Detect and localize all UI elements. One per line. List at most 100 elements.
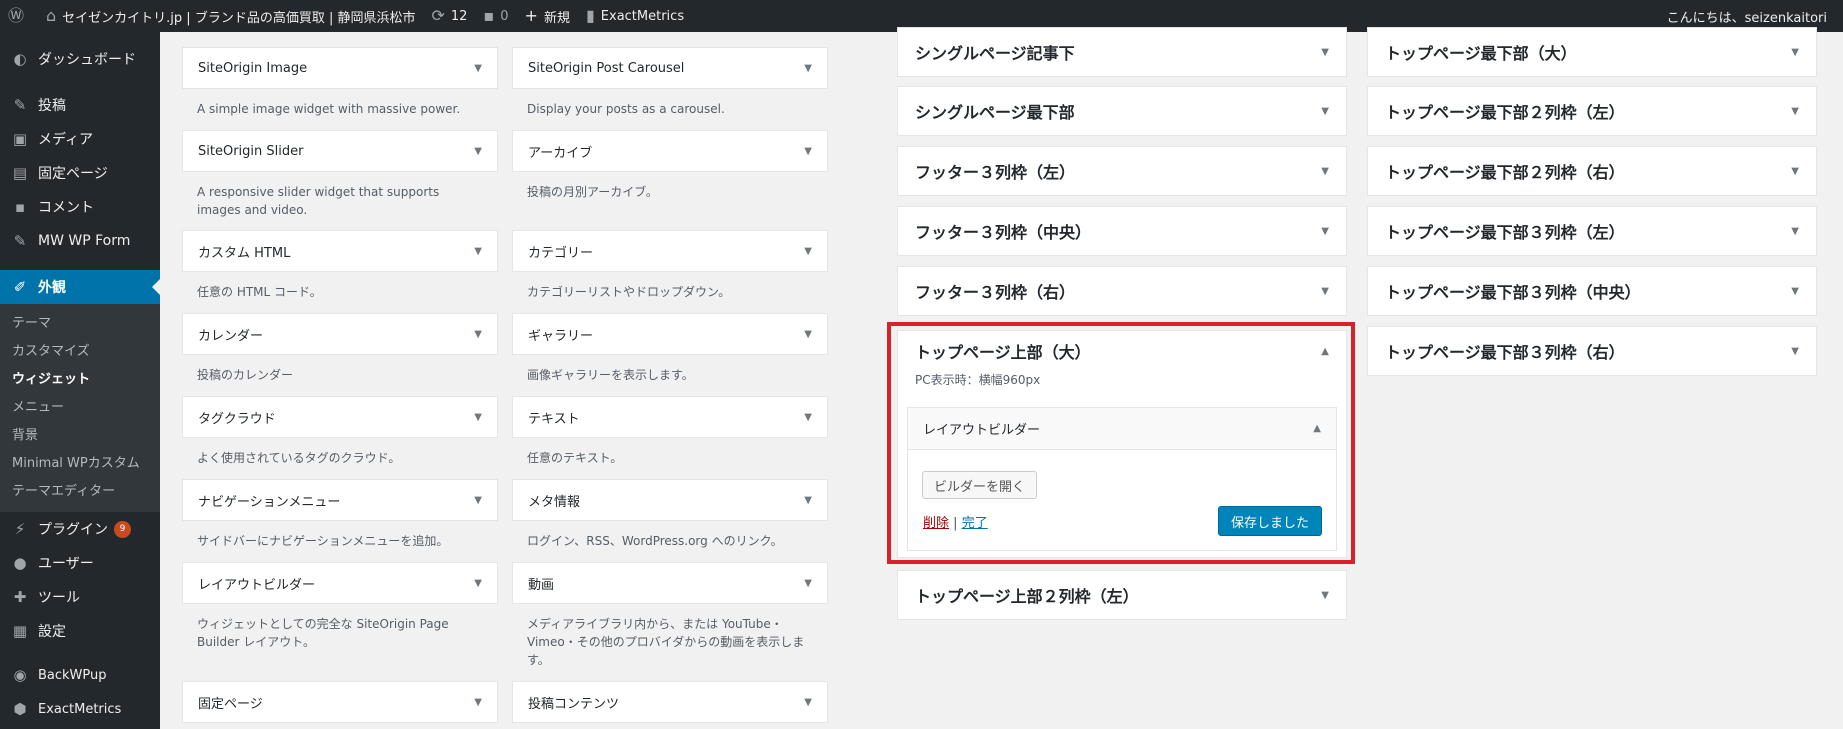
triangle-down-icon[interactable]: ▼ <box>804 63 812 74</box>
sidebar-item-dashboard[interactable]: ◐ ダッシュボード <box>0 42 160 76</box>
widget-tile[interactable]: アーカイブ ▼ <box>512 130 828 172</box>
triangle-down-icon[interactable]: ▼ <box>1791 286 1799 297</box>
sidebar-item-tools[interactable]: ✚ ツール <box>0 580 160 614</box>
widget-tile[interactable]: メタ情報 ▼ <box>512 479 828 521</box>
triangle-down-icon[interactable]: ▼ <box>1791 166 1799 177</box>
widget-area[interactable]: トップページ最下部２列枠（右） ▼ <box>1367 146 1817 196</box>
widget-title: カレンダー <box>198 328 264 344</box>
submenu-item-customize[interactable]: カスタマイズ <box>0 338 160 366</box>
sidebar-item-label: コメント <box>38 200 94 216</box>
widget-tile[interactable]: SiteOrigin Image ▼ <box>182 47 498 89</box>
submenu-item-theme-editor[interactable]: テーマエディター <box>0 478 160 506</box>
triangle-down-icon[interactable]: ▼ <box>1791 106 1799 117</box>
sidebar-item-backwpup[interactable]: ◉ BackWPup <box>0 658 160 692</box>
triangle-down-icon[interactable]: ▼ <box>804 578 812 589</box>
sidebar-item-users[interactable]: ● ユーザー <box>0 546 160 580</box>
triangle-down-icon[interactable]: ▼ <box>1321 47 1329 58</box>
widget-title: SiteOrigin Post Carousel <box>528 60 685 76</box>
widget-tile[interactable]: 投稿コンテンツ ▼ <box>512 681 828 723</box>
comments-link[interactable]: ▪ 0 <box>475 0 516 32</box>
triangle-down-icon[interactable]: ▼ <box>804 495 812 506</box>
exactmetrics-label: ExactMetrics <box>600 8 685 24</box>
widget-area[interactable]: トップページ最下部３列枠（右） ▼ <box>1367 326 1817 376</box>
triangle-down-icon[interactable]: ▼ <box>1321 106 1329 117</box>
widget-description: Display your posts as a carousel. <box>527 102 725 116</box>
widget-area[interactable]: フッター３列枠（右） ▼ <box>897 266 1347 316</box>
widget-area[interactable]: トップページ最下部２列枠（左） ▼ <box>1367 86 1817 136</box>
triangle-down-icon[interactable]: ▼ <box>1791 346 1799 357</box>
submenu-item-menus[interactable]: メニュー <box>0 394 160 422</box>
triangle-down-icon[interactable]: ▼ <box>804 697 812 708</box>
submenu-item-minimal-wp-custom[interactable]: Minimal WPカスタム <box>0 450 160 478</box>
widget-description: 任意のテキスト。 <box>527 451 623 465</box>
triangle-down-icon[interactable]: ▼ <box>1791 226 1799 237</box>
triangle-down-icon[interactable]: ▼ <box>804 246 812 257</box>
plugin-icon: ⚡ <box>14 520 26 538</box>
widget-area[interactable]: シングルページ最下部 ▼ <box>897 86 1347 136</box>
admin-sidebar: ◐ ダッシュボード ✎ 投稿 ▣ メディア ▤ 固定ページ ▪ コメント ✎ MW WP F… <box>0 32 160 729</box>
triangle-down-icon[interactable]: ▼ <box>804 412 812 423</box>
updates-link[interactable]: ⟳ 12 <box>423 0 475 32</box>
submenu-item-background[interactable]: 背景 <box>0 422 160 450</box>
widget-tile[interactable]: SiteOrigin Slider ▼ <box>182 130 498 172</box>
widget-area[interactable]: シングルページ記事下 ▼ <box>897 27 1347 77</box>
widget-tile[interactable]: タグクラウド ▼ <box>182 396 498 438</box>
widget-area[interactable]: トップページ最下部３列枠（中央） ▼ <box>1367 266 1817 316</box>
widget-area[interactable]: トップページ最下部３列枠（左） ▼ <box>1367 206 1817 256</box>
exactmetrics-link[interactable]: ▮ ExactMetrics <box>578 0 692 32</box>
page-icon: ▤ <box>12 164 28 182</box>
triangle-down-icon[interactable]: ▼ <box>1321 286 1329 297</box>
widget-title: SiteOrigin Slider <box>198 143 304 159</box>
triangle-down-icon[interactable]: ▼ <box>474 697 482 708</box>
sidebar-item-pages[interactable]: ▤ 固定ページ <box>0 156 160 190</box>
widget-tile[interactable]: カスタム HTML ▼ <box>182 230 498 272</box>
widget-area[interactable]: フッター３列枠（中央） ▼ <box>897 206 1347 256</box>
widget-area[interactable]: トップページ上部２列枠（左） ▼ <box>897 570 1347 620</box>
triangle-down-icon[interactable]: ▼ <box>474 412 482 423</box>
widget-area-title: トップページ最下部３列枠（左） <box>1385 223 1625 242</box>
submenu-item-themes[interactable]: テーマ <box>0 310 160 338</box>
sidebar-item-label: 投稿 <box>38 98 66 114</box>
widget-description: よく使用されているタグのクラウド。 <box>197 451 401 465</box>
widget-area[interactable]: フッター３列枠（左） ▼ <box>897 146 1347 196</box>
sidebar-item-appearance[interactable]: ✐ 外観 <box>0 270 160 304</box>
widget-area-title: トップページ最下部２列枠（右） <box>1385 163 1625 182</box>
sidebar-item-exactmetrics[interactable]: ⬢ ExactMetrics <box>0 692 160 726</box>
widget-tile[interactable]: 動画 ▼ <box>512 562 828 604</box>
new-content-link[interactable]: + 新規 <box>517 0 578 32</box>
widget-tile[interactable]: 固定ページ ▼ <box>182 681 498 723</box>
site-name: セイゼンカイトリ.jp | ブランド品の高価買取 | 静岡県浜松市 <box>62 10 416 26</box>
triangle-down-icon[interactable]: ▼ <box>804 146 812 157</box>
triangle-down-icon[interactable]: ▼ <box>474 329 482 340</box>
triangle-down-icon[interactable]: ▼ <box>804 329 812 340</box>
triangle-down-icon[interactable]: ▼ <box>1321 166 1329 177</box>
widget-tile[interactable]: カテゴリー ▼ <box>512 230 828 272</box>
triangle-down-icon[interactable]: ▼ <box>474 63 482 74</box>
site-name-link[interactable]: ⌂ セイゼンカイトリ.jp | ブランド品の高価買取 | 静岡県浜松市 <box>38 0 423 32</box>
submenu-item-widgets[interactable]: ウィジェット <box>0 366 160 394</box>
triangle-down-icon[interactable]: ▼ <box>474 146 482 157</box>
triangle-down-icon[interactable]: ▼ <box>474 495 482 506</box>
triangle-down-icon[interactable]: ▼ <box>474 246 482 257</box>
triangle-down-icon[interactable]: ▼ <box>474 578 482 589</box>
widget-tile[interactable]: ナビゲーションメニュー ▼ <box>182 479 498 521</box>
widget-tile[interactable]: SiteOrigin Post Carousel ▼ <box>512 47 828 89</box>
sidebar-item-posts[interactable]: ✎ 投稿 <box>0 88 160 122</box>
widget-tile[interactable]: ギャラリー ▼ <box>512 313 828 355</box>
sidebar-item-label: 外観 <box>38 280 66 296</box>
widget-tile[interactable]: レイアウトビルダー ▼ <box>182 562 498 604</box>
sidebar-item-media[interactable]: ▣ メディア <box>0 122 160 156</box>
exactmetrics-icon: ⬢ <box>13 700 27 718</box>
triangle-down-icon[interactable]: ▼ <box>1321 226 1329 237</box>
triangle-down-icon[interactable]: ▼ <box>1321 590 1329 601</box>
sidebar-item-settings[interactable]: ▦ 設定 <box>0 614 160 648</box>
widget-area-title: シングルページ記事下 <box>915 44 1075 63</box>
widget-tile[interactable]: カレンダー ▼ <box>182 313 498 355</box>
sidebar-item-plugins[interactable]: ⚡ プラグイン 9 <box>0 512 160 546</box>
triangle-down-icon[interactable]: ▼ <box>1791 47 1799 58</box>
widget-tile[interactable]: テキスト ▼ <box>512 396 828 438</box>
sidebar-item-comments[interactable]: ▪ コメント <box>0 190 160 224</box>
wp-logo-button[interactable]: Ⓦ <box>0 0 38 32</box>
sidebar-item-mwwpform[interactable]: ✎ MW WP Form <box>0 224 160 258</box>
widget-area[interactable]: トップページ最下部（大） ▼ <box>1367 27 1817 77</box>
